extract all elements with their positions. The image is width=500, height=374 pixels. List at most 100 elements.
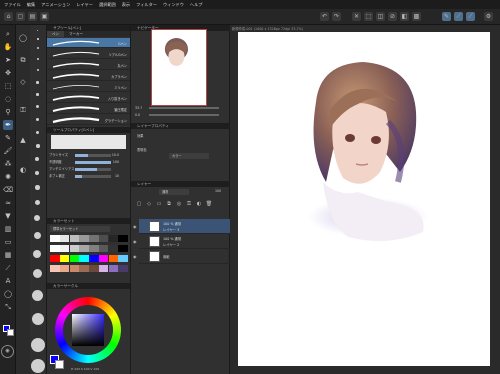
brush-item[interactable]: カブラペン [47,71,130,81]
settings-icon[interactable]: ⚙ [484,12,493,21]
brush-size-dot[interactable] [36,144,40,148]
color-swatch[interactable] [59,245,70,252]
eye-icon[interactable]: ◉ [133,254,137,259]
reference-icon[interactable]: ◎ [175,200,183,208]
color-swatch[interactable] [69,245,79,252]
brush-size-dot[interactable] [33,269,42,278]
brush-size-dot[interactable] [36,105,39,108]
ruler-icon[interactable]: ⟋ [3,263,13,273]
brush-size-dot[interactable] [35,200,40,205]
navigator-preview[interactable] [151,29,207,106]
menu-selection[interactable]: 選択範囲 [99,2,116,8]
balloon-icon[interactable]: ◯ [3,289,13,299]
color-swatch[interactable] [108,245,118,252]
fill-icon[interactable]: ▩ [412,12,421,21]
redo-icon[interactable]: ↷ [332,12,341,21]
select-all-icon[interactable]: ◫ [376,12,385,21]
brush-item[interactable]: 入り抜きペン [47,93,130,103]
text-icon[interactable]: A [3,276,13,286]
mask-icon[interactable]: ◐ [195,200,203,208]
brush-size-dot[interactable] [35,171,39,175]
brush-size-dot[interactable] [36,81,39,84]
color-swatch[interactable] [50,255,60,262]
brush-size-dot[interactable] [34,232,41,239]
modifier-key-icon[interactable]: ◉ [1,345,14,358]
blend-icon[interactable]: ≈ [3,198,13,208]
menu-edit[interactable]: 編集 [27,2,35,8]
new-file-icon[interactable]: ▢ [16,12,25,21]
color-swatch[interactable] [69,235,79,242]
eraser-icon[interactable]: ⌫ [3,185,13,195]
eye-icon[interactable]: ◉ [133,239,137,244]
brush-size-dot[interactable] [31,338,45,352]
opacity-value[interactable]: 100 [215,189,221,193]
color-set-dropdown[interactable]: 標準カラーセット [50,226,110,232]
brush-item-selected[interactable]: Gペン [47,38,130,48]
setting-row[interactable]: 手ブレ補正 10 [49,173,128,179]
vector-icon[interactable]: ◇ [18,77,28,87]
brush-size-dot[interactable] [32,290,43,301]
figure-icon[interactable]: ▭ [3,237,13,247]
brush-item[interactable]: リアルGペン [47,49,130,59]
color-swatch[interactable] [79,265,89,272]
ellipse-icon[interactable]: ◯ [18,33,28,43]
color-swatch[interactable] [69,255,79,262]
brush-size-dot[interactable] [36,93,39,96]
lock-icon[interactable]: ⚿ [18,105,28,115]
correct-line-icon[interactable]: ⤡ [3,302,13,312]
brush-size-dot[interactable] [37,38,39,40]
color-swatch[interactable] [59,265,70,272]
setting-slider[interactable] [75,154,111,157]
invert-icon[interactable]: ◧ [400,12,409,21]
fill-tool-icon[interactable]: ▼ [3,211,13,221]
brush-item[interactable]: グラデーション [47,115,130,125]
blend-mode-dropdown[interactable]: 通常 [159,189,189,195]
brush-size-dot[interactable] [35,157,39,161]
eyedropper-icon[interactable]: ⚲ [3,107,13,117]
folder-icon[interactable]: ▭ [155,200,163,208]
color-swatch[interactable] [69,265,79,272]
color-swatch[interactable] [50,265,60,272]
move-layer-icon[interactable]: ✥ [3,68,13,78]
setting-slider[interactable] [75,168,111,171]
brush-size-dot[interactable] [36,118,39,121]
brush-size-dot[interactable] [31,359,45,373]
lock-transparent-icon[interactable]: ⚿ [185,200,193,208]
menu-window[interactable]: ウィンドウ [163,2,184,8]
palette-icon[interactable]: ◐ [18,165,28,175]
stroke-mode-icon[interactable]: ⟋ [454,12,463,21]
paint-icon[interactable]: ▲ [18,135,28,145]
setting-slider[interactable] [75,175,111,178]
clip-icon[interactable]: ⧉ [165,200,173,208]
clear-icon[interactable]: ✕ [352,12,361,21]
brush-item[interactable]: 丸ペン [47,60,130,70]
menu-animation[interactable]: アニメーション [41,2,70,8]
color-swatch[interactable] [79,245,89,252]
sub-color-chip[interactable] [55,360,64,369]
frame-icon[interactable]: ▦ [3,250,13,260]
eye-icon[interactable]: ◉ [133,224,137,229]
brush-size-dot[interactable] [35,185,40,190]
decoration-icon[interactable]: ✺ [3,172,13,182]
brush-icon[interactable]: 🖌 [3,146,13,156]
brush-size-dot[interactable] [37,69,39,71]
pen-icon[interactable]: ✒ [3,120,13,130]
hue-ring[interactable] [55,297,121,363]
setting-row[interactable]: ブラシサイズ 10.0 [49,152,128,158]
layer-row[interactable]: ◉ 用紙 [133,249,231,264]
setting-row[interactable]: アンチエイリアス [49,166,128,172]
brush-item[interactable]: ミリペン [47,82,130,92]
airbrush-icon[interactable]: ⁂ [3,159,13,169]
color-swatch[interactable] [118,265,128,272]
color-wheel[interactable]: H 243 S 100 V 100 [47,285,130,374]
pencil-icon[interactable]: ✎ [3,133,13,143]
new-layer-icon[interactable]: ▢ [135,200,143,208]
brush-size-dot[interactable] [37,30,38,31]
color-swatch[interactable] [89,255,99,262]
menu-layer[interactable]: レイヤー [76,2,93,8]
sub-color-swatch[interactable] [7,329,14,336]
layer-row-selected[interactable]: ◉ 100 % 通常 レイヤー 3 [133,219,231,234]
hand-icon[interactable]: ✋ [3,42,13,52]
snap-icon[interactable]: ⟋ [466,12,475,21]
color-swatch[interactable] [108,235,118,242]
